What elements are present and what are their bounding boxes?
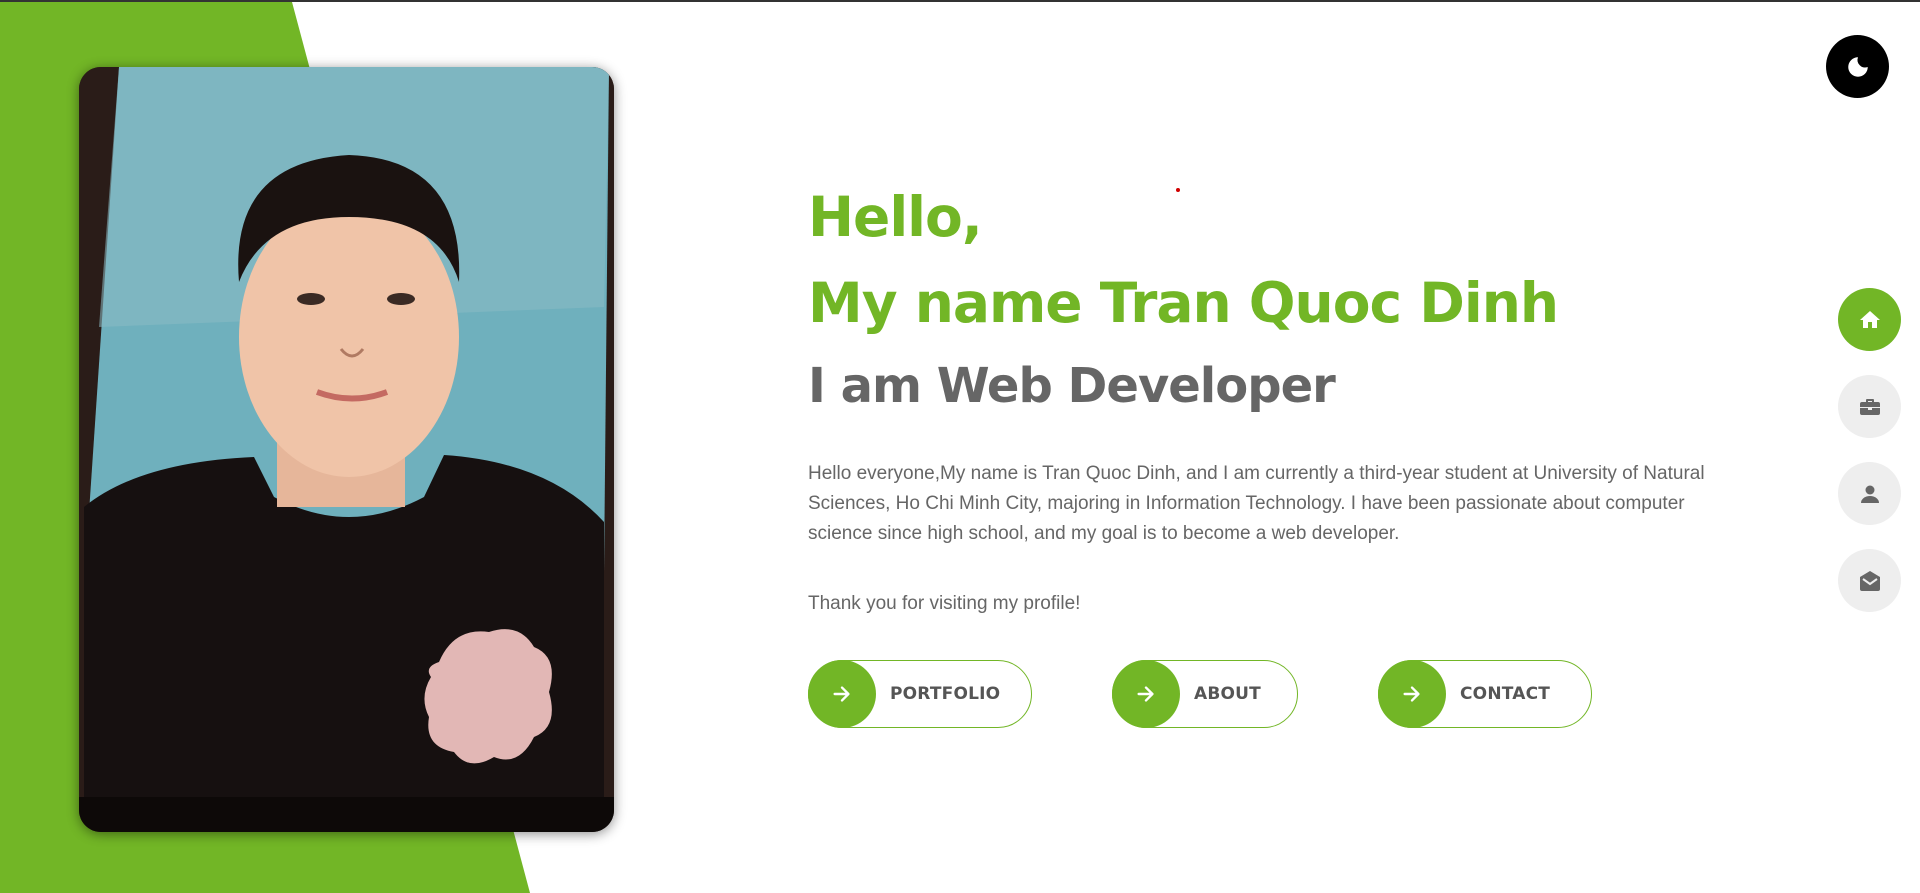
greeting-heading: Hello, [808,185,983,249]
role-heading: I am Web Developer [808,358,1336,414]
name-heading: My name Tran Quoc Dinh [808,271,1559,335]
portfolio-button[interactable]: PORTFOLIO [808,660,1032,728]
user-icon [1860,485,1879,503]
intro-paragraph: Hello everyone,My name is Tran Quoc Dinh… [808,463,1705,544]
nav-portfolio-button[interactable] [1838,375,1901,438]
moon-icon [1847,56,1868,77]
portrait-illustration [79,67,614,832]
arrow-right-icon [1378,660,1446,728]
hero-section: Hello, My name Tran Quoc Dinh I am Web D… [808,174,1728,728]
briefcase-icon [1859,398,1880,415]
cta-buttons: PORTFOLIO ABOUT CONTACT [808,660,1728,730]
thanks-text: Thank you for visiting my profile! [808,593,1081,614]
contact-label: CONTACT [1460,684,1551,704]
about-label: ABOUT [1194,684,1261,704]
side-navigation [1838,288,1901,636]
about-button[interactable]: ABOUT [1112,660,1298,728]
home-icon [1859,310,1880,328]
theme-toggle-button[interactable] [1826,35,1889,98]
arrow-right-icon [1112,660,1180,728]
contact-button[interactable]: CONTACT [1378,660,1592,728]
nav-home-button[interactable] [1838,288,1901,351]
profile-photo [79,67,614,832]
portfolio-label: PORTFOLIO [890,684,1001,704]
nav-about-button[interactable] [1838,462,1901,525]
arrow-right-icon [808,660,876,728]
envelope-open-icon [1859,570,1880,591]
nav-contact-button[interactable] [1838,549,1901,612]
